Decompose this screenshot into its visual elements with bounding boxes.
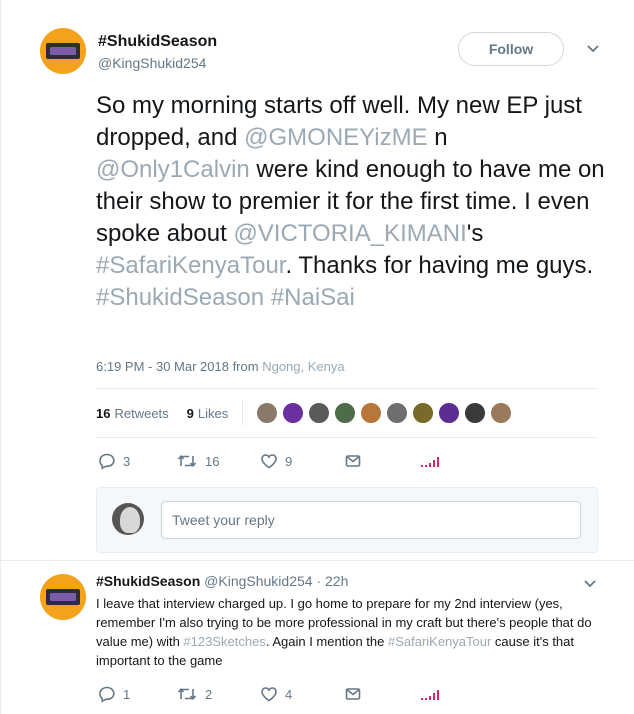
- like-count: 9: [285, 453, 293, 469]
- user-handle[interactable]: @KingShukid254: [98, 55, 206, 71]
- heart-icon: [261, 687, 277, 702]
- like-count: 4: [285, 686, 293, 702]
- tweet-text-part: 's: [466, 220, 484, 247]
- liker-avatar[interactable]: [463, 401, 488, 425]
- liker-avatar[interactable]: [359, 401, 384, 425]
- tweet-stats: 16 Retweets 9 Likes: [96, 400, 515, 426]
- retweet-icon: [177, 687, 197, 701]
- tweet-text: So my morning starts off well. My new EP…: [96, 90, 606, 314]
- retweets-count[interactable]: 16: [96, 406, 110, 421]
- heart-icon: [261, 454, 277, 469]
- chevron-down-icon[interactable]: [582, 575, 598, 591]
- reply-action[interactable]: 1: [98, 685, 176, 703]
- retweet-count: 16: [205, 453, 220, 469]
- liker-avatar[interactable]: [411, 401, 436, 425]
- tweet-text-part: . Again I mention the: [265, 634, 388, 649]
- avatar-band-inner: [50, 47, 76, 55]
- liker-avatar[interactable]: [281, 401, 306, 425]
- reply-composer: Tweet your reply: [96, 487, 598, 553]
- divider: [1, 560, 634, 561]
- display-name[interactable]: #ShukidSeason: [96, 573, 200, 589]
- tweet-header: #ShukidSeason @KingShukid254 Follow: [40, 28, 600, 78]
- reply-icon: [99, 686, 115, 703]
- liker-avatar[interactable]: [489, 401, 514, 425]
- likers-avatars: [255, 401, 515, 425]
- left-border: [0, 0, 1, 714]
- direct-message-action[interactable]: [344, 685, 420, 703]
- analytics-action[interactable]: [420, 687, 442, 701]
- direct-message-action[interactable]: [344, 452, 420, 470]
- like-action[interactable]: 4: [260, 685, 344, 703]
- liker-avatar[interactable]: [255, 401, 280, 425]
- envelope-icon: [345, 455, 361, 467]
- liker-avatar[interactable]: [437, 401, 462, 425]
- liker-avatar[interactable]: [307, 401, 332, 425]
- hashtag-link[interactable]: #NaiSai: [271, 284, 355, 311]
- reply-count: 1: [123, 686, 131, 702]
- retweet-action[interactable]: 2: [176, 685, 260, 703]
- hashtag-link[interactable]: #SafariKenyaTour: [388, 634, 491, 649]
- reply-tweet-text: I leave that interview charged up. I go …: [96, 594, 601, 670]
- hashtag-link[interactable]: #ShukidSeason: [96, 284, 264, 311]
- reply-input[interactable]: Tweet your reply: [161, 501, 581, 539]
- tweet-text-part: . Thanks for having me guys.: [285, 252, 594, 279]
- stats-separator: [242, 400, 244, 426]
- reply-icon: [99, 453, 115, 470]
- reply-tweet-header: #ShukidSeason @KingShukid254 · 22h: [96, 573, 348, 589]
- avatar[interactable]: [40, 574, 86, 620]
- tweet-location[interactable]: Ngong, Kenya: [262, 359, 344, 374]
- avatar[interactable]: [40, 28, 86, 74]
- analytics-icon: [421, 690, 439, 700]
- likes-count[interactable]: 9: [187, 406, 194, 421]
- tweet-actions: 3 16 9: [98, 451, 442, 471]
- hashtag-link[interactable]: #123Sketches: [183, 634, 265, 649]
- mention-link[interactable]: @Only1Calvin: [96, 156, 250, 183]
- liker-avatar[interactable]: [333, 401, 358, 425]
- tweet-metadata: 6:19 PM - 30 Mar 2018 from Ngong, Kenya: [96, 359, 345, 374]
- display-name[interactable]: #ShukidSeason: [98, 33, 217, 51]
- retweet-count: 2: [205, 686, 213, 702]
- analytics-icon: [421, 457, 439, 467]
- analytics-action[interactable]: [420, 454, 442, 468]
- liker-avatar[interactable]: [385, 401, 410, 425]
- follow-button[interactable]: Follow: [458, 32, 564, 66]
- tweet-timestamp[interactable]: 6:19 PM - 30 Mar 2018 from: [96, 359, 259, 374]
- avatar-band-inner: [50, 593, 76, 601]
- mention-link[interactable]: @VICTORIA_KIMANI: [233, 220, 466, 247]
- envelope-icon: [345, 688, 361, 700]
- my-avatar: [112, 503, 144, 535]
- retweet-icon: [177, 454, 197, 468]
- mention-link[interactable]: @GMONEYizME: [244, 124, 427, 151]
- like-action[interactable]: 9: [260, 452, 344, 470]
- divider: [96, 388, 598, 389]
- divider: [96, 437, 598, 438]
- retweets-label[interactable]: Retweets: [114, 406, 168, 421]
- likes-label[interactable]: Likes: [198, 406, 228, 421]
- chevron-down-icon[interactable]: [585, 40, 601, 56]
- tweet-text-part: n: [427, 124, 448, 151]
- reply-tweet-actions: 1 2 4: [98, 684, 442, 704]
- reply-action[interactable]: 3: [98, 452, 176, 470]
- retweet-action[interactable]: 16: [176, 452, 260, 470]
- handle-and-time[interactable]: @KingShukid254 · 22h: [204, 573, 348, 589]
- reply-count: 3: [123, 453, 131, 469]
- hashtag-link[interactable]: #SafariKenyaTour: [96, 252, 285, 279]
